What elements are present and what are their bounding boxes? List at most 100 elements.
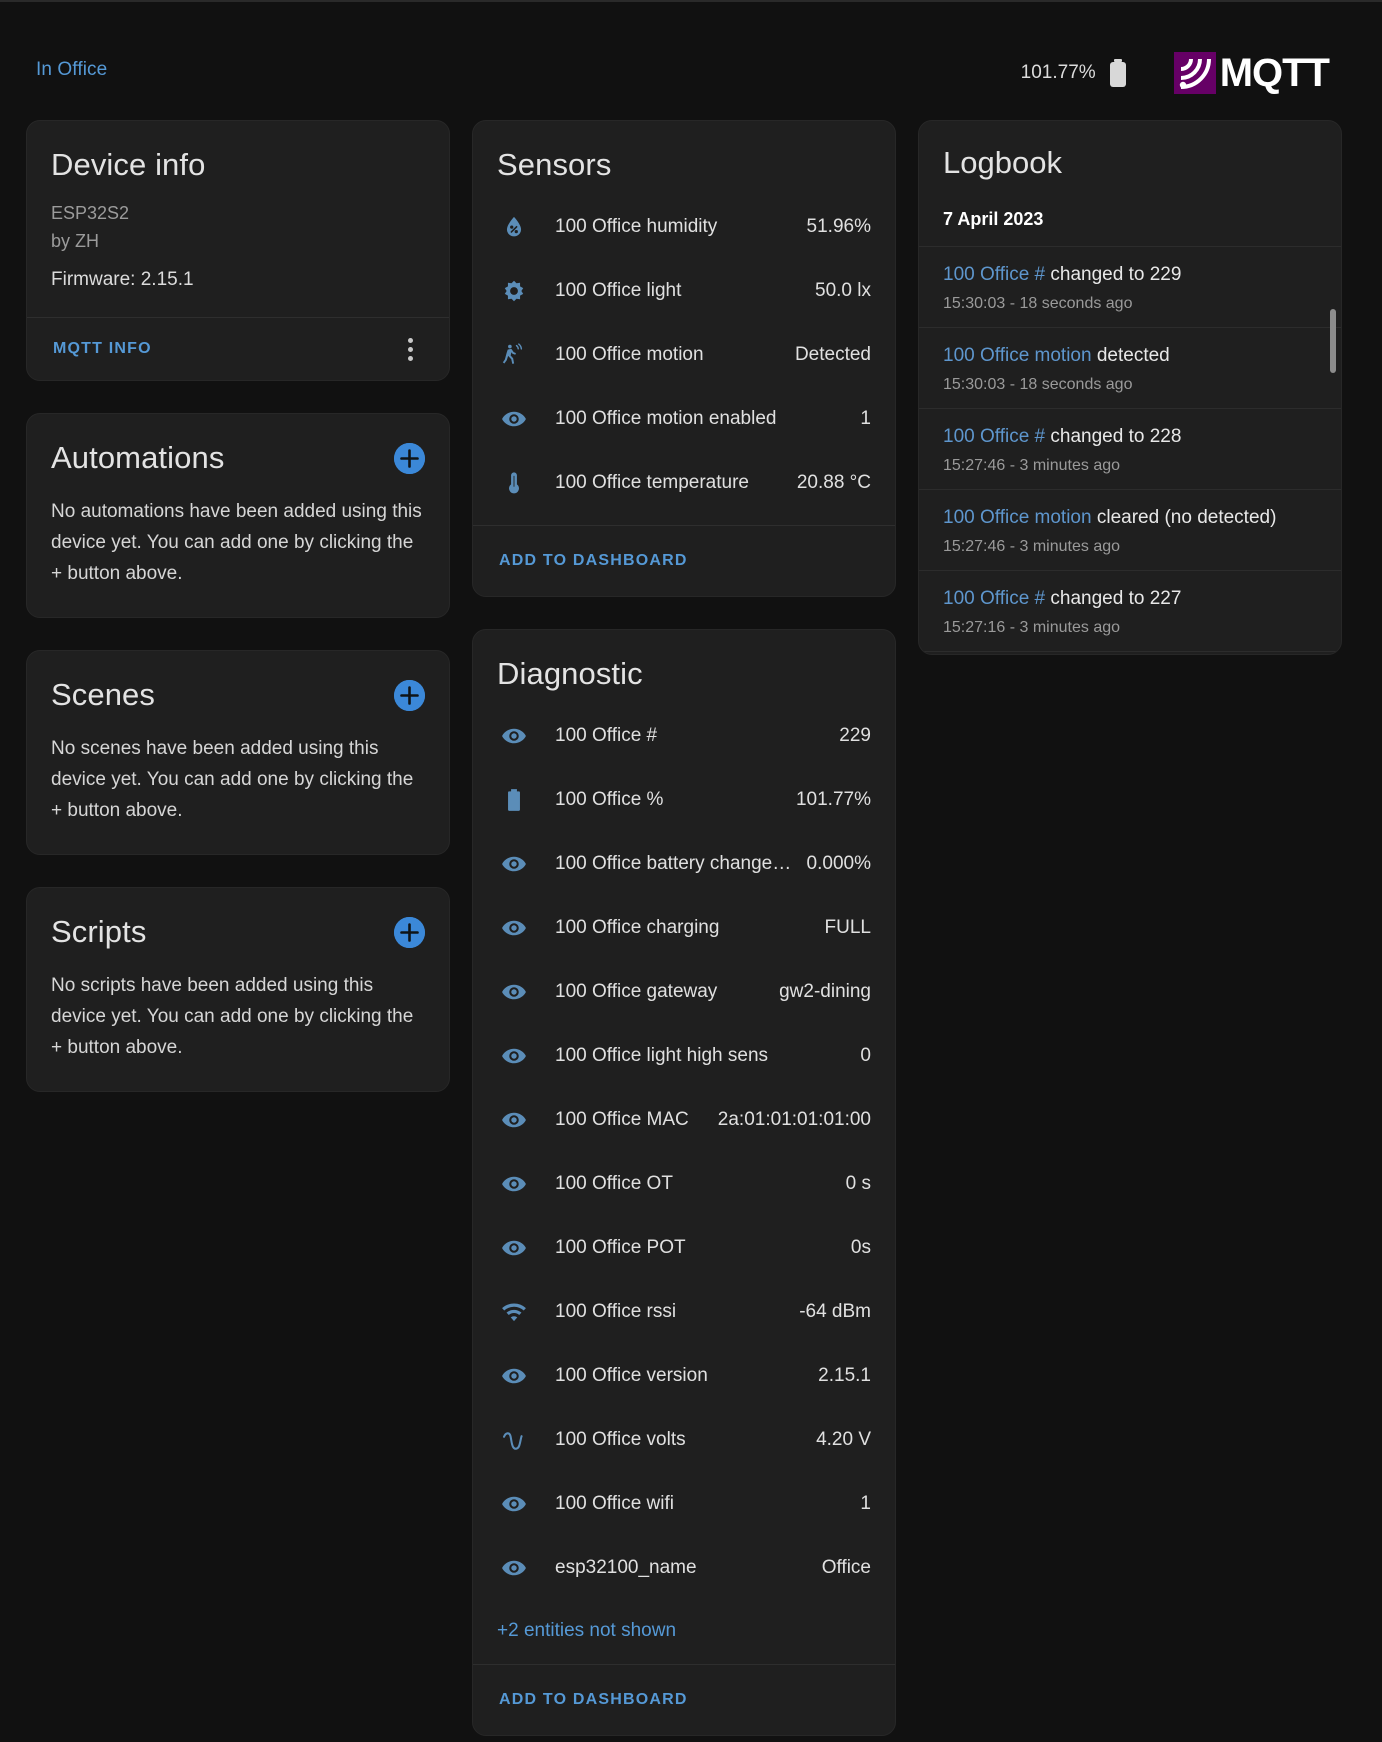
eye-icon	[497, 723, 531, 749]
thermometer-icon	[497, 470, 531, 496]
logbook-entry[interactable]: 100 Office # changed to 228 15:27:46 - 3 …	[919, 408, 1341, 489]
logbook-entry-list[interactable]: 100 Office # changed to 229 15:30:03 - 18…	[919, 246, 1341, 654]
entity-name: 100 Office %	[555, 789, 664, 810]
entity-name: 100 Office light high sens	[555, 1045, 769, 1066]
entity-name: 100 Office rssi	[555, 1301, 677, 1322]
logbook-action-text: cleared (no detected)	[1091, 507, 1277, 528]
entity-value: gw2-dining	[779, 981, 871, 1002]
scenes-title: Scenes	[51, 677, 155, 712]
logbook-action-text: changed to 229	[1045, 264, 1182, 285]
device-model: ESP32S2	[51, 203, 130, 223]
diagnostic-title: Diagnostic	[497, 656, 643, 691]
entity-row[interactable]: 100 Office rssi -64 dBm	[473, 1280, 895, 1344]
eye-icon	[497, 851, 531, 877]
device-info-title: Device info	[51, 147, 206, 182]
battery-full-icon	[1108, 58, 1128, 88]
entity-row[interactable]: 100 Office OT 0 s	[473, 1152, 895, 1216]
sensors-title: Sensors	[497, 147, 612, 182]
mqtt-wordmark: MQTT	[1219, 51, 1330, 95]
kebab-menu-icon[interactable]	[395, 334, 425, 364]
entity-row[interactable]: 100 Office temperature 20.88 °C	[473, 451, 895, 515]
device-info-body: ESP32S2 by ZH Firmware: 2.15.1	[27, 189, 449, 317]
entity-name: 100 Office motion	[555, 344, 704, 365]
entity-row[interactable]: 100 Office MAC 2a:01:01:01:01:00	[473, 1088, 895, 1152]
scripts-title: Scripts	[51, 914, 147, 949]
logbook-action-text: changed to 227	[1045, 588, 1182, 609]
mqtt-info-button[interactable]: MQTT INFO	[51, 334, 154, 364]
brightness-icon	[497, 278, 531, 304]
sensors-add-to-dashboard-button[interactable]: ADD TO DASHBOARD	[497, 546, 690, 576]
left-column: Device info ESP32S2 by ZH Firmware: 2.15…	[26, 120, 450, 1124]
water-percent-icon	[497, 214, 531, 240]
entities-not-shown-link[interactable]: +2 entities not shown	[473, 1610, 895, 1664]
page-header: In Office 101.77% MQTT	[0, 52, 1382, 98]
automations-card: Automations No automations have been add…	[26, 413, 450, 618]
device-info-actions: MQTT INFO	[27, 317, 449, 380]
sensors-row-list: 100 Office humidity 51.96% 100 Office ligh…	[473, 189, 895, 525]
entity-row[interactable]: 100 Office gateway gw2-dining	[473, 960, 895, 1024]
entity-row[interactable]: 100 Office POT 0s	[473, 1216, 895, 1280]
eye-icon	[497, 1043, 531, 1069]
entity-value: 0	[860, 1045, 871, 1066]
scenes-empty-text: No scenes have been added using this dev…	[51, 738, 414, 821]
add-scene-button[interactable]	[394, 679, 425, 711]
logbook-entry[interactable]: 100 Office # changed to 227 15:27:16 - 3 …	[919, 570, 1341, 651]
logbook-entry-text: 100 Office # changed to 227	[943, 586, 1317, 612]
logbook-card: Logbook 7 April 2023 100 Office # change…	[918, 120, 1342, 655]
entity-row[interactable]: 100 Office light high sens 0	[473, 1024, 895, 1088]
entity-row[interactable]: 100 Office humidity 51.96%	[473, 195, 895, 259]
logbook-entry[interactable]: 100 Office motion detected15:27:16 - 3 m…	[919, 651, 1341, 654]
logbook-entry-time: 15:27:46 - 3 minutes ago	[943, 538, 1121, 555]
breadcrumb[interactable]: In Office	[36, 59, 107, 81]
logbook-entry[interactable]: 100 Office motion cleared (no detected) 1…	[919, 489, 1341, 570]
logbook-scrollbar[interactable]	[1330, 309, 1336, 373]
entity-row[interactable]: esp32100_name Office	[473, 1536, 895, 1600]
mqtt-signal-icon	[1173, 52, 1216, 94]
entity-value: 0.000%	[806, 853, 871, 874]
entity-value: Office	[821, 1557, 871, 1578]
entity-row[interactable]: 100 Office volts 4.20 V	[473, 1408, 895, 1472]
entity-value: 229	[839, 725, 871, 746]
entity-row[interactable]: 100 Office battery change r… 0.000%	[473, 832, 895, 896]
logbook-entity-link[interactable]: 100 Office #	[943, 426, 1045, 447]
logbook-entry[interactable]: 100 Office motion detected 15:30:03 - 18 …	[919, 327, 1341, 408]
scenes-card: Scenes No scenes have been added using t…	[26, 650, 450, 855]
logbook-entity-link[interactable]: 100 Office motion	[943, 507, 1092, 528]
entity-name: esp32100_name	[555, 1557, 697, 1578]
entity-row[interactable]: 100 Office # 229	[473, 704, 895, 768]
add-script-button[interactable]	[394, 916, 425, 948]
entity-row[interactable]: 100 Office charging FULL	[473, 896, 895, 960]
entity-row[interactable]: 100 Office wifi 1	[473, 1472, 895, 1536]
logbook-title: Logbook	[943, 145, 1062, 180]
entity-name: 100 Office light	[555, 280, 682, 301]
eye-icon	[497, 1363, 531, 1389]
entity-value: 1	[860, 1493, 871, 1514]
diagnostic-add-to-dashboard-button[interactable]: ADD TO DASHBOARD	[497, 1685, 690, 1715]
eye-icon	[497, 406, 531, 432]
entity-value: 1	[860, 408, 871, 429]
entity-value: 0 s	[845, 1173, 871, 1194]
mqtt-logo: MQTT	[1173, 51, 1330, 95]
logbook-entity-link[interactable]: 100 Office motion	[943, 345, 1092, 366]
entity-row[interactable]: 100 Office motion Detected	[473, 323, 895, 387]
add-automation-button[interactable]	[394, 442, 425, 474]
entity-row[interactable]: 100 Office motion enabled 1	[473, 387, 895, 451]
middle-column: Sensors 100 Office humidity 51.96% 100 Off…	[472, 120, 896, 1742]
automations-title: Automations	[51, 440, 225, 475]
logbook-entry-time: 15:30:03 - 18 seconds ago	[943, 295, 1133, 312]
logbook-entry[interactable]: 100 Office # changed to 229 15:30:03 - 18…	[919, 246, 1341, 327]
entity-row[interactable]: 100 Office version 2.15.1	[473, 1344, 895, 1408]
eye-icon	[497, 1491, 531, 1517]
entity-name: 100 Office gateway	[555, 981, 718, 1002]
entity-value: 101.77%	[795, 789, 871, 810]
battery-percent-label: 101.77%	[1020, 62, 1096, 83]
header-right-group: 101.77% MQTT	[1020, 51, 1330, 95]
entity-value: 4.20 V	[816, 1429, 871, 1450]
diagnostic-row-list: 100 Office #229 100 Office % 101.77% 100 Of…	[473, 698, 895, 1610]
entity-name: 100 Office humidity	[555, 216, 718, 237]
logbook-entry-text: 100 Office # changed to 228	[943, 424, 1317, 450]
entity-row[interactable]: 100 Office light 50.0 lx	[473, 259, 895, 323]
logbook-entity-link[interactable]: 100 Office #	[943, 588, 1045, 609]
entity-row[interactable]: 100 Office % 101.77%	[473, 768, 895, 832]
logbook-entity-link[interactable]: 100 Office #	[943, 264, 1045, 285]
